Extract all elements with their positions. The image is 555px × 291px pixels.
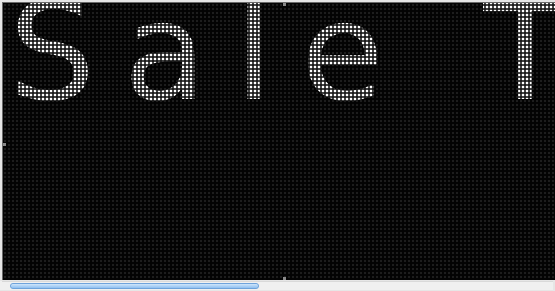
grid-marker-top (283, 3, 286, 6)
scrollbar-thumb[interactable] (10, 283, 259, 289)
led-sign-window: Sale Tod (0, 0, 555, 291)
grid-marker-left (3, 143, 6, 146)
led-scrolling-message: Sale Tod (9, 3, 555, 121)
grid-marker-bottom (283, 277, 286, 280)
horizontal-scrollbar[interactable] (2, 281, 553, 290)
led-display-panel: Sale Tod (2, 2, 555, 280)
